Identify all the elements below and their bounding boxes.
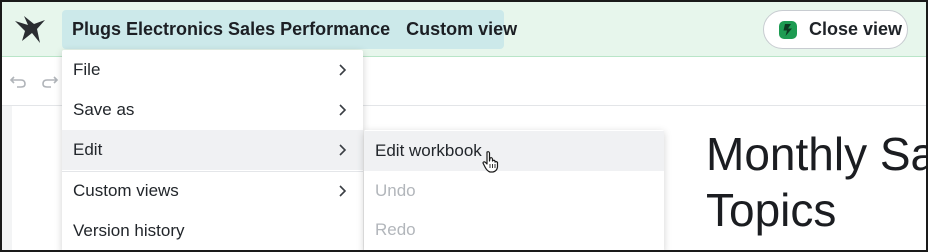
custom-view-green-icon — [779, 20, 797, 39]
chevron-right-icon — [339, 104, 347, 116]
menu-item-file[interactable]: File — [62, 50, 363, 90]
menu-item-save-as[interactable]: Save as — [62, 90, 363, 130]
close-view-button[interactable]: Close view — [763, 10, 908, 49]
menu-item-version-history[interactable]: Version history — [62, 211, 363, 251]
canvas-title-line2: Topics — [706, 184, 837, 236]
menu-item-file-label: File — [73, 60, 101, 79]
workbook-title-menu-trigger[interactable]: Plugs Electronics Sales Performance Cust… — [62, 10, 517, 49]
close-view-label: Close view — [809, 19, 903, 39]
app-logo-icon[interactable] — [12, 12, 48, 46]
menu-item-custom-views-label: Custom views — [73, 181, 179, 200]
chevron-right-icon — [339, 144, 347, 156]
menu-item-custom-views[interactable]: Custom views — [62, 171, 363, 211]
custom-view-label: Custom view — [406, 19, 518, 39]
submenu-item-undo-label: Undo — [375, 181, 416, 200]
edit-submenu: Edit workbook Undo Redo — [364, 130, 664, 252]
submenu-item-undo[interactable]: Undo — [364, 171, 664, 211]
submenu-item-edit-workbook[interactable]: Edit workbook — [364, 131, 664, 171]
canvas-title-line1: Monthly Sal — [706, 128, 928, 180]
app-header: Plugs Electronics Sales Performance Cust… — [0, 0, 928, 57]
workbook-menu: File Save as Edit Custom views Version h… — [62, 50, 363, 252]
menu-item-edit[interactable]: Edit — [62, 130, 363, 170]
chevron-right-icon — [339, 185, 347, 197]
submenu-item-redo-label: Redo — [375, 220, 416, 239]
hand-pointer-cursor-icon — [482, 151, 499, 173]
menu-item-save-as-label: Save as — [73, 100, 135, 119]
menu-item-edit-label: Edit — [73, 140, 103, 159]
workbook-title: Plugs Electronics Sales Performance — [72, 19, 391, 39]
menu-item-version-history-label: Version history — [73, 221, 185, 240]
undo-icon[interactable] — [8, 71, 28, 91]
submenu-item-edit-workbook-label: Edit workbook — [375, 141, 482, 160]
chevron-right-icon — [339, 64, 347, 76]
canvas-title: Monthly Sal Topics — [706, 126, 928, 238]
submenu-item-redo[interactable]: Redo — [364, 210, 664, 250]
redo-icon[interactable] — [40, 71, 60, 91]
